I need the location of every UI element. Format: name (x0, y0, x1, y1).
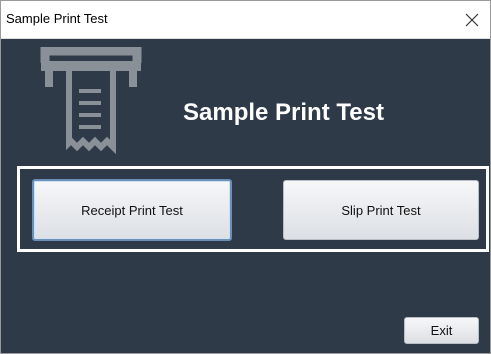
receipt-print-test-button[interactable]: Receipt Print Test (32, 179, 232, 241)
slip-print-test-button[interactable]: Slip Print Test (283, 180, 479, 240)
window-title: Sample Print Test (6, 11, 108, 26)
button-panel: Receipt Print Test Slip Print Test (17, 166, 489, 252)
receipt-printer-icon (40, 47, 142, 155)
exit-button[interactable]: Exit (404, 317, 479, 344)
main-panel: Sample Print Test Receipt Print Test Sli… (1, 39, 490, 353)
close-icon (465, 13, 479, 26)
close-button[interactable] (454, 1, 490, 38)
title-bar[interactable]: Sample Print Test (1, 1, 490, 39)
page-title: Sample Print Test (183, 99, 384, 126)
app-window: Sample Print Test Sample Print Test Rece… (0, 0, 491, 354)
